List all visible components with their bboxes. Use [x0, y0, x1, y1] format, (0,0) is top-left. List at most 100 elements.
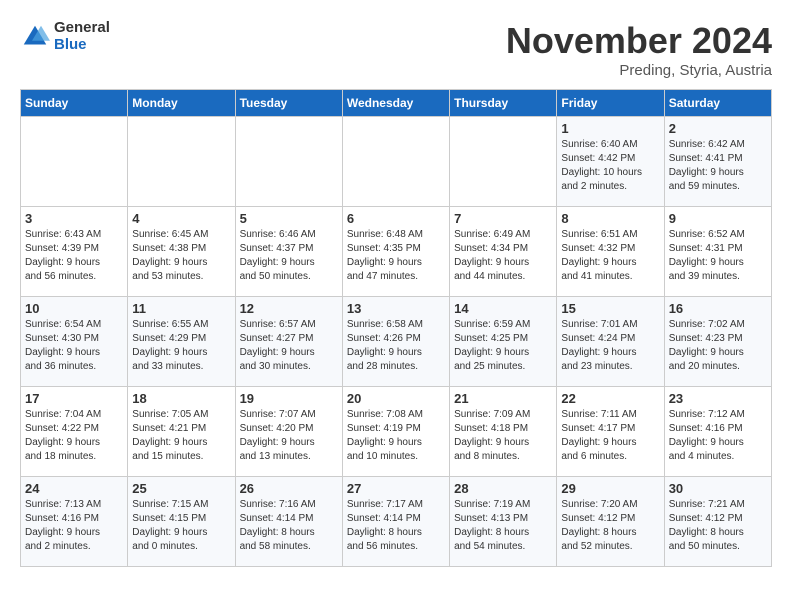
day-number: 4 — [132, 211, 230, 226]
day-info: Sunrise: 6:45 AM Sunset: 4:38 PM Dayligh… — [132, 228, 230, 284]
calendar-cell: 1 Sunrise: 6:40 AM Sunset: 4:42 PM Daylig… — [557, 117, 664, 207]
calendar-cell: 17Sunrise: 7:04 AM Sunset: 4:22 PM Dayli… — [21, 387, 128, 477]
day-info: Sunrise: 6:59 AM Sunset: 4:25 PM Dayligh… — [454, 318, 552, 374]
header-row: SundayMondayTuesdayWednesdayThursdayFrid… — [21, 90, 772, 117]
day-number: 13 — [347, 301, 445, 316]
day-number: 15 — [561, 301, 659, 316]
logo-icon — [20, 22, 50, 52]
calendar-cell: 16Sunrise: 7:02 AM Sunset: 4:23 PM Dayli… — [664, 297, 771, 387]
calendar-cell: 11 Sunrise: 6:55 AM Sunset: 4:29 PM Dayli… — [128, 297, 235, 387]
weekday-header: Tuesday — [235, 90, 342, 117]
calendar-cell: 27 Sunrise: 7:17 AM Sunset: 4:14 PM Dayli… — [342, 477, 449, 567]
day-info: Sunrise: 7:11 AM Sunset: 4:17 PM Dayligh… — [561, 408, 659, 464]
calendar-cell: 5Sunrise: 6:46 AM Sunset: 4:37 PM Daylig… — [235, 207, 342, 297]
calendar-week-row: 24 Sunrise: 7:13 AM Sunset: 4:16 PM Dayli… — [21, 477, 772, 567]
calendar-cell: 14 Sunrise: 6:59 AM Sunset: 4:25 PM Dayli… — [450, 297, 557, 387]
day-info: Sunrise: 7:09 AM Sunset: 4:18 PM Dayligh… — [454, 408, 552, 464]
day-number: 29 — [561, 481, 659, 496]
calendar-cell: 25 Sunrise: 7:15 AM Sunset: 4:15 PM Dayli… — [128, 477, 235, 567]
day-info: Sunrise: 7:01 AM Sunset: 4:24 PM Dayligh… — [561, 318, 659, 374]
day-number: 6 — [347, 211, 445, 226]
logo: General Blue — [20, 20, 110, 53]
calendar-cell: 20 Sunrise: 7:08 AM Sunset: 4:19 PM Dayli… — [342, 387, 449, 477]
day-info: Sunrise: 6:49 AM Sunset: 4:34 PM Dayligh… — [454, 228, 552, 284]
calendar-cell: 28Sunrise: 7:19 AM Sunset: 4:13 PM Dayli… — [450, 477, 557, 567]
day-number: 24 — [25, 481, 123, 496]
calendar-cell: 15 Sunrise: 7:01 AM Sunset: 4:24 PM Dayli… — [557, 297, 664, 387]
day-info: Sunrise: 7:13 AM Sunset: 4:16 PM Dayligh… — [25, 498, 123, 554]
day-number: 18 — [132, 391, 230, 406]
weekday-header: Wednesday — [342, 90, 449, 117]
calendar-cell: 2 Sunrise: 6:42 AM Sunset: 4:41 PM Daylig… — [664, 117, 771, 207]
day-number: 11 — [132, 301, 230, 316]
day-info: Sunrise: 7:17 AM Sunset: 4:14 PM Dayligh… — [347, 498, 445, 554]
calendar-cell: 18 Sunrise: 7:05 AM Sunset: 4:21 PM Dayli… — [128, 387, 235, 477]
day-number: 17 — [25, 391, 123, 406]
calendar-cell: 12 Sunrise: 6:57 AM Sunset: 4:27 PM Dayli… — [235, 297, 342, 387]
day-number: 30 — [669, 481, 767, 496]
calendar-cell: 26 Sunrise: 7:16 AM Sunset: 4:14 PM Dayli… — [235, 477, 342, 567]
calendar-cell: 13 Sunrise: 6:58 AM Sunset: 4:26 PM Dayli… — [342, 297, 449, 387]
logo-general: General — [54, 20, 110, 37]
calendar-cell: 22 Sunrise: 7:11 AM Sunset: 4:17 PM Dayli… — [557, 387, 664, 477]
calendar-cell: 3 Sunrise: 6:43 AM Sunset: 4:39 PM Daylig… — [21, 207, 128, 297]
calendar-cell: 8 Sunrise: 6:51 AM Sunset: 4:32 PM Daylig… — [557, 207, 664, 297]
day-info: Sunrise: 6:40 AM Sunset: 4:42 PM Dayligh… — [561, 138, 659, 194]
calendar-cell: 29Sunrise: 7:20 AM Sunset: 4:12 PM Dayli… — [557, 477, 664, 567]
day-info: Sunrise: 7:08 AM Sunset: 4:19 PM Dayligh… — [347, 408, 445, 464]
weekday-header: Sunday — [21, 90, 128, 117]
day-number: 7 — [454, 211, 552, 226]
calendar-cell: 30 Sunrise: 7:21 AM Sunset: 4:12 PM Dayli… — [664, 477, 771, 567]
day-info: Sunrise: 6:57 AM Sunset: 4:27 PM Dayligh… — [240, 318, 338, 374]
calendar-cell: 10Sunrise: 6:54 AM Sunset: 4:30 PM Dayli… — [21, 297, 128, 387]
day-number: 9 — [669, 211, 767, 226]
weekday-header: Saturday — [664, 90, 771, 117]
day-number: 23 — [669, 391, 767, 406]
day-info: Sunrise: 6:52 AM Sunset: 4:31 PM Dayligh… — [669, 228, 767, 284]
day-info: Sunrise: 7:15 AM Sunset: 4:15 PM Dayligh… — [132, 498, 230, 554]
day-info: Sunrise: 7:02 AM Sunset: 4:23 PM Dayligh… — [669, 318, 767, 374]
day-number: 14 — [454, 301, 552, 316]
day-number: 8 — [561, 211, 659, 226]
day-info: Sunrise: 6:46 AM Sunset: 4:37 PM Dayligh… — [240, 228, 338, 284]
day-number: 12 — [240, 301, 338, 316]
logo-blue: Blue — [54, 37, 110, 54]
calendar-cell: 24 Sunrise: 7:13 AM Sunset: 4:16 PM Dayli… — [21, 477, 128, 567]
logo-text: General Blue — [54, 20, 110, 53]
day-number: 27 — [347, 481, 445, 496]
day-info: Sunrise: 7:05 AM Sunset: 4:21 PM Dayligh… — [132, 408, 230, 464]
day-info: Sunrise: 6:55 AM Sunset: 4:29 PM Dayligh… — [132, 318, 230, 374]
day-info: Sunrise: 6:43 AM Sunset: 4:39 PM Dayligh… — [25, 228, 123, 284]
calendar-cell: 9 Sunrise: 6:52 AM Sunset: 4:31 PM Daylig… — [664, 207, 771, 297]
day-info: Sunrise: 6:42 AM Sunset: 4:41 PM Dayligh… — [669, 138, 767, 194]
calendar-body: 1 Sunrise: 6:40 AM Sunset: 4:42 PM Daylig… — [21, 117, 772, 567]
day-number: 22 — [561, 391, 659, 406]
day-info: Sunrise: 6:48 AM Sunset: 4:35 PM Dayligh… — [347, 228, 445, 284]
day-number: 26 — [240, 481, 338, 496]
weekday-header: Thursday — [450, 90, 557, 117]
day-number: 20 — [347, 391, 445, 406]
calendar-cell — [21, 117, 128, 207]
day-info: Sunrise: 7:12 AM Sunset: 4:16 PM Dayligh… — [669, 408, 767, 464]
page-header: General Blue November 2024 Preding, Styr… — [20, 20, 772, 79]
calendar-week-row: 17Sunrise: 7:04 AM Sunset: 4:22 PM Dayli… — [21, 387, 772, 477]
day-info: Sunrise: 7:16 AM Sunset: 4:14 PM Dayligh… — [240, 498, 338, 554]
calendar-week-row: 3 Sunrise: 6:43 AM Sunset: 4:39 PM Daylig… — [21, 207, 772, 297]
calendar-week-row: 1 Sunrise: 6:40 AM Sunset: 4:42 PM Daylig… — [21, 117, 772, 207]
calendar-cell: 4 Sunrise: 6:45 AM Sunset: 4:38 PM Daylig… — [128, 207, 235, 297]
weekday-header: Friday — [557, 90, 664, 117]
calendar-header: SundayMondayTuesdayWednesdayThursdayFrid… — [21, 90, 772, 117]
calendar-cell — [342, 117, 449, 207]
calendar-cell — [128, 117, 235, 207]
day-number: 2 — [669, 121, 767, 136]
day-number: 25 — [132, 481, 230, 496]
day-info: Sunrise: 7:07 AM Sunset: 4:20 PM Dayligh… — [240, 408, 338, 464]
day-info: Sunrise: 6:51 AM Sunset: 4:32 PM Dayligh… — [561, 228, 659, 284]
day-info: Sunrise: 7:19 AM Sunset: 4:13 PM Dayligh… — [454, 498, 552, 554]
day-number: 21 — [454, 391, 552, 406]
day-info: Sunrise: 7:21 AM Sunset: 4:12 PM Dayligh… — [669, 498, 767, 554]
month-title: November 2024 — [506, 20, 772, 62]
day-number: 1 — [561, 121, 659, 136]
day-info: Sunrise: 6:58 AM Sunset: 4:26 PM Dayligh… — [347, 318, 445, 374]
day-number: 3 — [25, 211, 123, 226]
